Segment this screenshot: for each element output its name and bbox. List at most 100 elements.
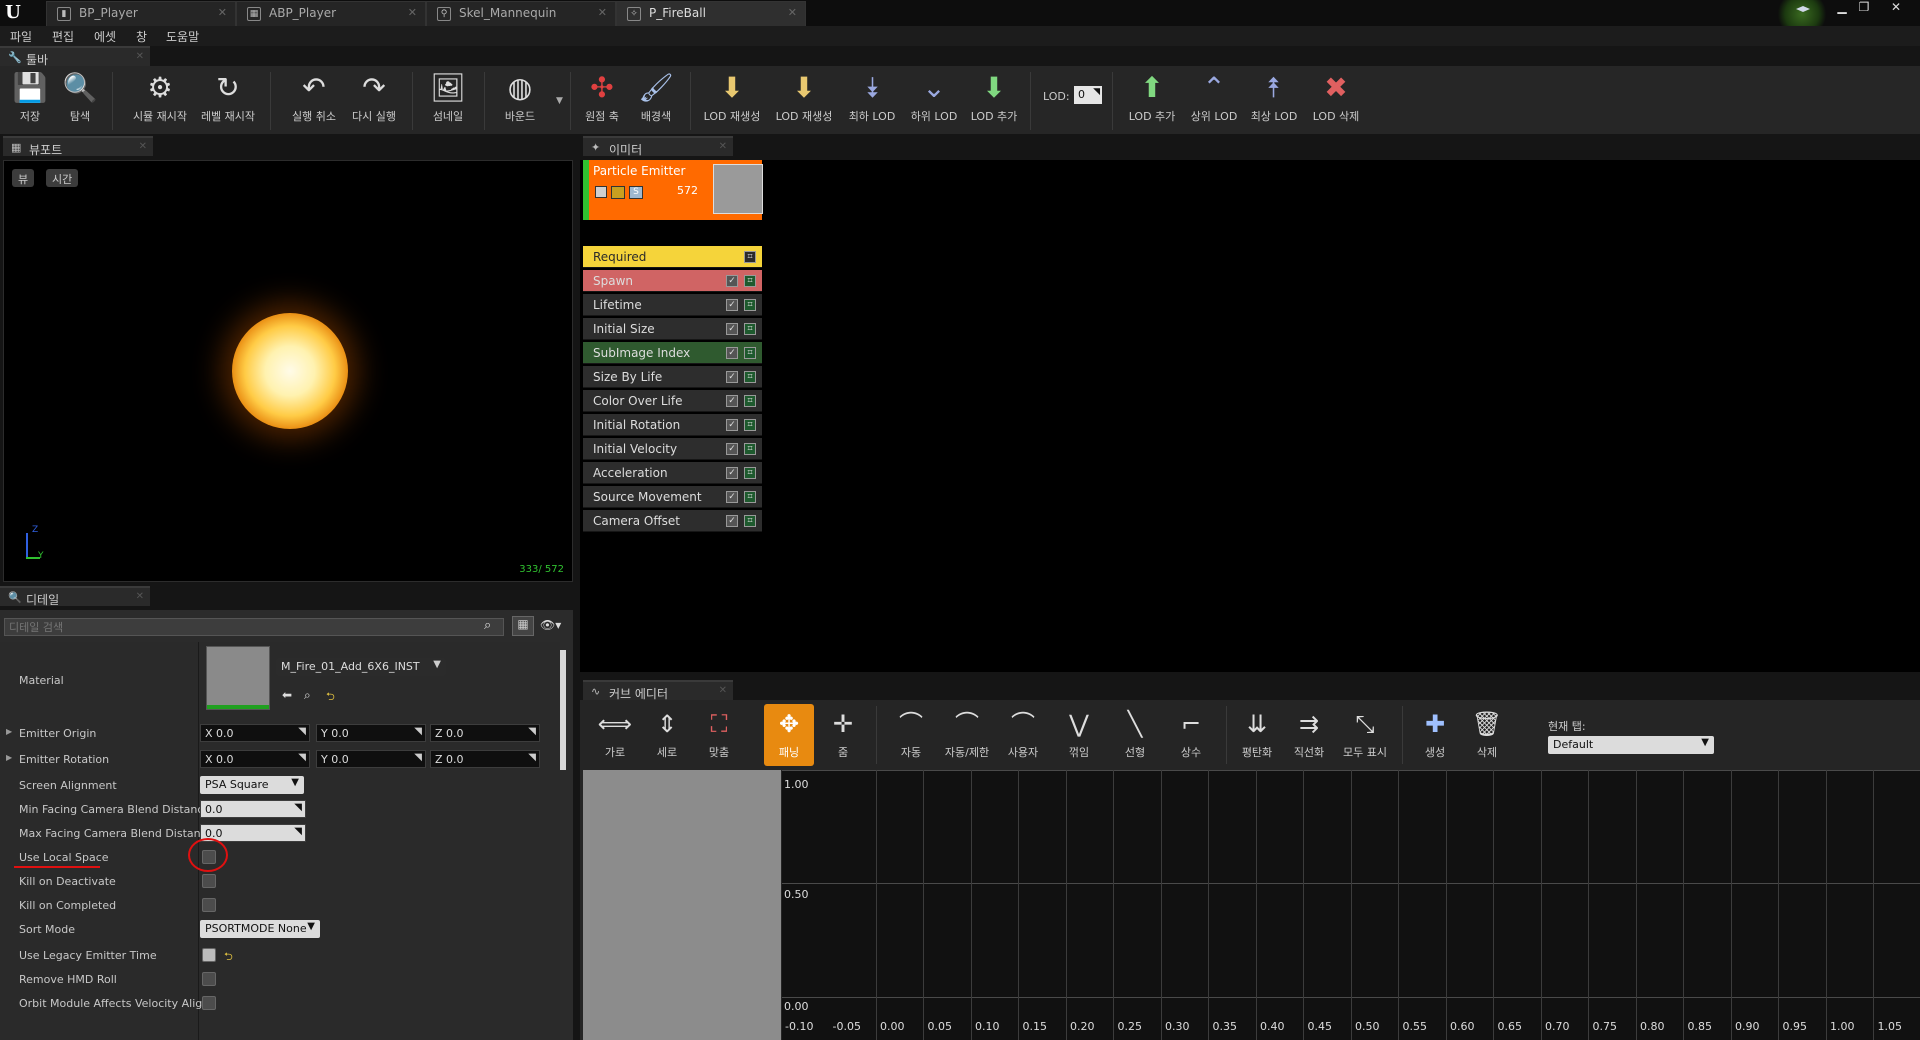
graph-toggle-icon[interactable]: ⌗: [744, 275, 756, 287]
lowest-lod-button[interactable]: ⯯ 최하 LOD: [844, 68, 900, 130]
graph-toggle-icon[interactable]: ⌗: [744, 467, 756, 479]
module-initial-rotation[interactable]: Initial Rotation ✓ ⌗: [583, 414, 762, 436]
zoom-button[interactable]: ✛ 줌: [818, 704, 868, 766]
graph-toggle-icon[interactable]: ⌗: [744, 299, 756, 311]
bounds-button[interactable]: ◍ 바운드: [492, 68, 548, 130]
rotation-x-field[interactable]: X 0.0 ◥: [200, 750, 310, 768]
regen-lod-button[interactable]: ⬇ LOD 재생성: [704, 68, 761, 130]
restart-sim-button[interactable]: ⚙ 시뮬 재시작: [132, 68, 188, 130]
create-tab-button[interactable]: ✚ 생성: [1410, 704, 1460, 766]
module-enable-checkbox[interactable]: ✓: [726, 467, 738, 479]
menu-help[interactable]: 도움말: [166, 28, 199, 45]
graph-toggle-icon[interactable]: ⌗: [744, 443, 756, 455]
graph-toggle-icon[interactable]: ⌗: [744, 491, 756, 503]
emitter-enable-checkbox[interactable]: [595, 186, 607, 198]
undo-button[interactable]: ↶ 실행 취소: [286, 68, 342, 130]
constant-button[interactable]: ⌐ 상수: [1166, 704, 1216, 766]
module-enable-checkbox[interactable]: ✓: [726, 419, 738, 431]
module-lifetime[interactable]: Lifetime ✓ ⌗: [583, 294, 762, 316]
break-tangent-button[interactable]: ⋁ 꺾임: [1054, 704, 1104, 766]
emitters-panel-tab[interactable]: ✦ 이미터 ✕: [583, 136, 733, 157]
close-icon[interactable]: ✕: [788, 6, 797, 19]
details-scrollbar[interactable]: [560, 650, 566, 770]
close-icon[interactable]: ✕: [136, 51, 144, 62]
graph-toggle-icon[interactable]: ⌗: [744, 323, 756, 335]
module-enable-checkbox[interactable]: ✓: [726, 491, 738, 503]
close-icon[interactable]: ✕: [719, 685, 727, 696]
close-icon[interactable]: ✕: [408, 6, 417, 19]
module-enable-checkbox[interactable]: ✓: [726, 347, 738, 359]
solo-icon[interactable]: S: [629, 186, 643, 199]
sort-mode-dropdown[interactable]: PSORTMODE None ▼: [200, 920, 320, 938]
browse-magnifier-icon[interactable]: ⌕: [304, 688, 311, 703]
straighten-button[interactable]: ⇉ 직선화: [1284, 704, 1334, 766]
material-dropdown[interactable]: M_Fire_01_Add_6X6_INST ▼: [276, 658, 446, 676]
doc-tab-abp-player[interactable]: ▦ ABP_Player ✕: [236, 1, 426, 26]
delete-tab-button[interactable]: 🗑 삭제: [1462, 704, 1512, 766]
flatten-button[interactable]: ⇊ 평탄화: [1232, 704, 1282, 766]
lower-lod-button[interactable]: ⌄ 하위 LOD: [906, 68, 962, 130]
emitter-render-mode-icon[interactable]: [611, 186, 625, 199]
add-lod-after-button[interactable]: ⬆ LOD 추가: [1124, 68, 1180, 130]
doc-tab-p-fireball[interactable]: ✧ P_FireBall ✕: [616, 1, 806, 26]
close-icon[interactable]: ✕: [598, 6, 607, 19]
kill-on-deactivate-checkbox[interactable]: [202, 874, 216, 888]
auto-tangent-button[interactable]: ⌒ 자동: [886, 704, 936, 766]
expand-arrow-icon[interactable]: ▶: [6, 727, 12, 736]
expand-arrow-icon[interactable]: ▶: [6, 753, 12, 762]
origin-z-field[interactable]: Z 0.0 ◥: [430, 724, 540, 742]
module-enable-checkbox[interactable]: ✓: [726, 395, 738, 407]
restart-level-button[interactable]: ↻ 레벨 재시작: [200, 68, 256, 130]
graph-toggle-icon[interactable]: ⌗: [744, 395, 756, 407]
reset-arrow-icon[interactable]: ⮌: [224, 948, 233, 967]
menu-asset[interactable]: 에셋: [94, 28, 116, 45]
fit-vertical-button[interactable]: ⇕ 세로: [642, 704, 692, 766]
close-icon[interactable]: ✕: [218, 6, 227, 19]
screen-alignment-dropdown[interactable]: PSA Square ▼: [200, 776, 304, 794]
orbit-module-checkbox[interactable]: [202, 996, 216, 1010]
graph-toggle-icon[interactable]: ⌗: [744, 251, 756, 263]
module-initial-velocity[interactable]: Initial Velocity ✓ ⌗: [583, 438, 762, 460]
highest-lod-button[interactable]: ⯭ 최상 LOD: [1246, 68, 1302, 130]
minimize-icon[interactable]: ▁: [1830, 0, 1854, 14]
higher-lod-button[interactable]: ⌃ 상위 LOD: [1186, 68, 1242, 130]
time-menu-button[interactable]: 시간: [46, 169, 79, 187]
module-required[interactable]: Required ⌗: [583, 246, 762, 268]
auto-clamped-button[interactable]: ⌒ 자동/제한: [942, 704, 992, 766]
module-spawn[interactable]: Spawn ✓ ⌗: [583, 270, 762, 292]
use-selected-arrow-icon[interactable]: ⬅: [282, 688, 292, 702]
browse-button[interactable]: 🔍 탐색: [52, 68, 108, 130]
thumbnail-button[interactable]: 🖼 섬네일: [420, 68, 476, 130]
view-menu-button[interactable]: 뷰: [12, 169, 35, 187]
kill-on-completed-checkbox[interactable]: [202, 898, 216, 912]
module-enable-checkbox[interactable]: ✓: [726, 323, 738, 335]
module-color-over-life[interactable]: Color Over Life ✓ ⌗: [583, 390, 762, 412]
background-color-button[interactable]: 🖌 배경색: [628, 68, 684, 130]
menu-window[interactable]: 창: [136, 28, 147, 45]
module-enable-checkbox[interactable]: ✓: [726, 443, 738, 455]
module-enable-checkbox[interactable]: ✓: [726, 299, 738, 311]
graph-toggle-icon[interactable]: ⌗: [744, 371, 756, 383]
min-facing-field[interactable]: 0.0 ◥: [200, 800, 306, 818]
show-all-button[interactable]: ⤡ 모두 표시: [1340, 704, 1390, 766]
module-size-by-life[interactable]: Size By Life ✓ ⌗: [583, 366, 762, 388]
add-lod-before-button[interactable]: ⬇ LOD 추가: [966, 68, 1022, 130]
details-panel-tab[interactable]: 🔍 디테일 ✕: [0, 586, 150, 607]
menu-edit[interactable]: 편집: [52, 28, 74, 45]
reset-arrow-icon[interactable]: ⮌: [326, 688, 335, 707]
module-enable-checkbox[interactable]: ✓: [726, 275, 738, 287]
details-search-input[interactable]: [4, 618, 504, 636]
viewport-panel-tab[interactable]: ▦ 뷰포트 ✕: [3, 136, 153, 157]
module-source-movement[interactable]: Source Movement ✓ ⌗: [583, 486, 762, 508]
maximize-icon[interactable]: ❐: [1852, 0, 1876, 14]
lod-spinbox[interactable]: 0 ◥: [1074, 86, 1102, 104]
curve-label-list[interactable]: [583, 770, 781, 1040]
module-acceleration[interactable]: Acceleration ✓ ⌗: [583, 462, 762, 484]
eye-visibility-icon[interactable]: 👁▾: [540, 618, 561, 632]
bounds-dropdown-icon[interactable]: ▼: [556, 96, 563, 106]
delete-lod-button[interactable]: ✖ LOD 삭제: [1308, 68, 1364, 130]
remove-hmd-roll-checkbox[interactable]: [202, 972, 216, 986]
linear-button[interactable]: ╲ 선형: [1110, 704, 1160, 766]
graph-toggle-icon[interactable]: ⌗: [744, 515, 756, 527]
module-enable-checkbox[interactable]: ✓: [726, 371, 738, 383]
